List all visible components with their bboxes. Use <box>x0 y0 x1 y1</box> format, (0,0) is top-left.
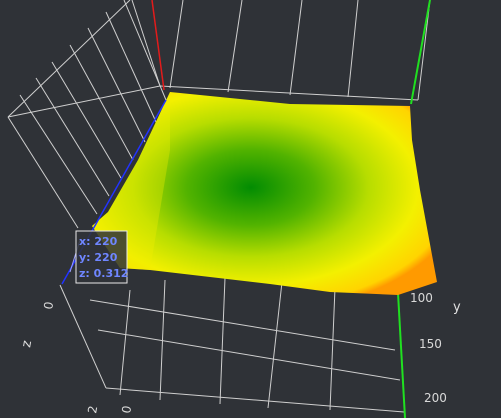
tooltip-z: z: 0.312 <box>79 267 128 280</box>
y-axis-line-top <box>410 0 431 105</box>
x-axis-line <box>151 0 165 91</box>
x-tick-2: 2 <box>85 405 100 415</box>
y-tick-200: 200 <box>424 391 447 405</box>
x-tick-0: 0 <box>119 405 134 415</box>
far-wall-grid <box>159 0 431 101</box>
floor-grid <box>59 277 405 413</box>
z-tick-0: 0 <box>41 301 56 311</box>
plot-svg[interactable]: 100 150 200 y 0 z 2 0 x: 220 y: 220 z: 0… <box>0 0 501 418</box>
tooltip-x: x: 220 <box>79 235 118 248</box>
tooltip-y: y: 220 <box>79 251 118 264</box>
y-axis-label: y <box>453 300 461 315</box>
y-axis-line-bottom <box>397 292 406 418</box>
hover-tooltip: x: 220 y: 220 z: 0.312 <box>75 230 128 284</box>
y-tick-150: 150 <box>419 337 442 351</box>
surface-plot[interactable]: 100 150 200 y 0 z 2 0 x: 220 y: 220 z: 0… <box>0 0 501 418</box>
y-tick-100: 100 <box>410 291 433 305</box>
z-axis-label: z <box>19 339 35 348</box>
